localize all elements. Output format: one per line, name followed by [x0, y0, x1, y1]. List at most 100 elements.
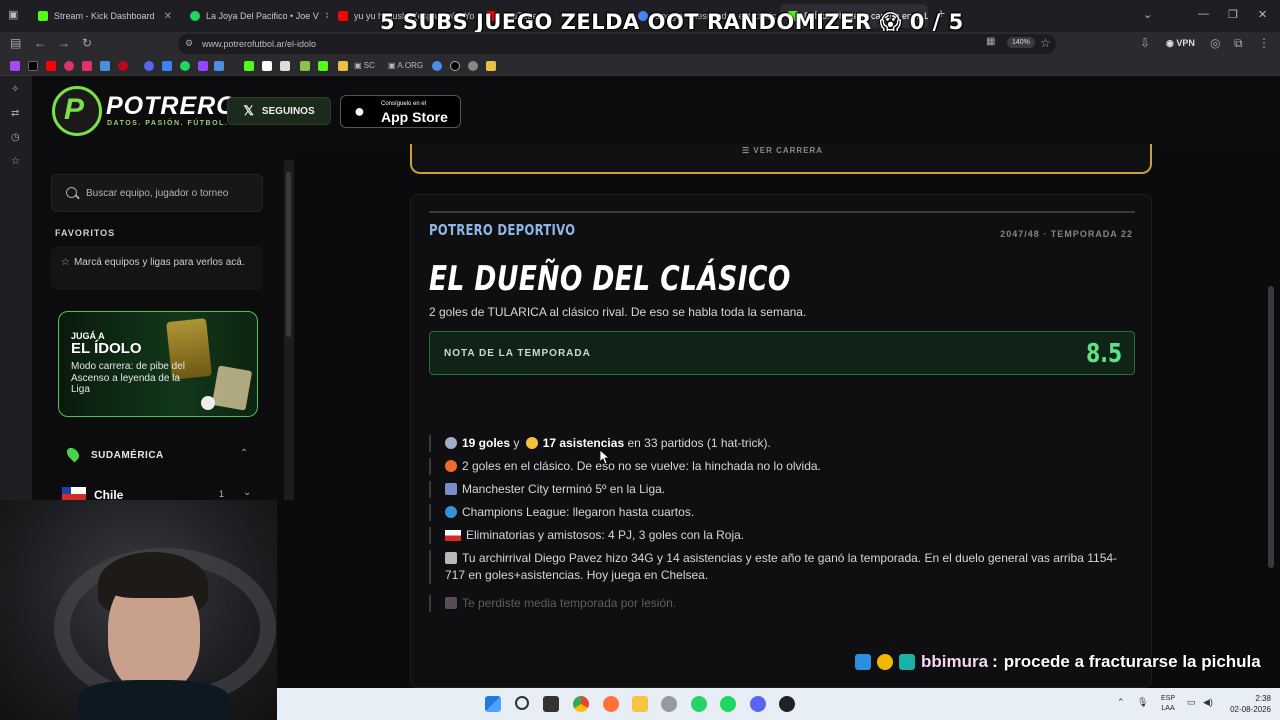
bookmark-tiktok-icon[interactable]: [28, 61, 38, 71]
task-view-icon[interactable]: [543, 696, 559, 712]
bookmark-gear-icon[interactable]: [468, 61, 478, 71]
bookmark-folder-icon[interactable]: [338, 61, 348, 71]
view-career-link[interactable]: ☰ VER CARRERA: [742, 146, 823, 155]
bookmark-spotify-icon[interactable]: [180, 61, 190, 71]
url-field[interactable]: ⚙ www.potrerofutbol.ar/el-idolo: [178, 34, 1056, 54]
close-icon[interactable]: ✕: [164, 11, 172, 22]
tab-kick-dashboard[interactable]: Stream - Kick Dashboard ✕: [30, 4, 180, 28]
account-icon[interactable]: ◎: [1210, 36, 1220, 50]
forward-button[interactable]: →: [58, 36, 70, 50]
assists-value: 17 asistencias: [542, 436, 625, 450]
close-icon[interactable]: ✕: [325, 11, 328, 22]
network-icon[interactable]: ▭: [1187, 697, 1196, 708]
bookmark-sc-icon[interactable]: ▣ SC: [354, 61, 375, 70]
bookmark-diamond-icon[interactable]: [280, 61, 290, 71]
site-sidebar: Buscar equipo, jugador o torneo FAVORITO…: [32, 146, 294, 502]
chat-username: bbimura: [921, 652, 989, 671]
search-input[interactable]: Buscar equipo, jugador o torneo: [51, 174, 263, 212]
bookmark-extension-icon[interactable]: [486, 61, 496, 71]
ai-icon[interactable]: ✧: [11, 84, 19, 95]
follow-button[interactable]: 𝕏 SEGUINOS: [227, 97, 331, 125]
follow-label: SEGUINOS: [261, 105, 315, 117]
spotify-icon[interactable]: [720, 696, 736, 712]
minimize-button[interactable]: —: [1198, 8, 1209, 20]
whatsapp-icon[interactable]: [691, 696, 707, 712]
bookmark-globe-icon[interactable]: [432, 61, 442, 71]
bookmarks-icon[interactable]: ☆: [11, 156, 20, 167]
discord-icon[interactable]: [750, 696, 766, 712]
streamer-shirt: [78, 680, 228, 720]
search-icon: [66, 187, 77, 198]
stream-goal-overlay: 5 SUBS JUEGO ZELDA OOT RANDOMIZER 😱 0 / …: [380, 10, 964, 34]
microphone-icon[interactable]: 🎙: [1137, 697, 1148, 708]
ambulance-icon: [445, 597, 457, 609]
reload-button[interactable]: ↻: [82, 36, 92, 50]
search-icon[interactable]: [515, 696, 529, 710]
bookmark-link-icon[interactable]: [162, 61, 172, 71]
bookmark-instagram2-icon[interactable]: [82, 61, 92, 71]
el-idolo-promo-card[interactable]: JUGÁ A EL ÍDOLO Modo carrera: de pibe de…: [58, 311, 258, 417]
bookmark-kick-icon[interactable]: [244, 61, 254, 71]
history-icon[interactable]: ◷: [11, 132, 20, 143]
bookmark-sc-label: SC: [363, 61, 375, 70]
lang-code: ESP: [1161, 695, 1176, 702]
start-icon[interactable]: [485, 696, 501, 712]
sidebar-toggle-icon[interactable]: ▤: [10, 36, 21, 50]
menu-icon[interactable]: ⋮: [1258, 36, 1270, 50]
region-toggle-sudamerica[interactable]: SUDAMÉRICA ⌃: [62, 445, 262, 468]
file-explorer-icon[interactable]: [632, 696, 648, 712]
location-pin-icon: [64, 445, 82, 463]
bookmark-twitch-icon[interactable]: [10, 61, 20, 71]
tab-actions-icon[interactable]: ▣: [8, 8, 18, 21]
bookmark-aorg-icon[interactable]: ▣ A.ORG: [388, 61, 423, 70]
site-logo-text[interactable]: POTRERO: [106, 92, 237, 121]
bookmark-drive-icon[interactable]: [100, 61, 110, 71]
potrero-logo-icon[interactable]: P: [52, 86, 102, 136]
download-icon[interactable]: ⇩: [1140, 36, 1150, 50]
fact-injury: Te perdiste media temporada por lesión.: [429, 595, 1135, 612]
season-summary-card: POTRERO DEPORTIVO 2047/48 · TEMPORADA 22…: [410, 194, 1152, 688]
settings-icon[interactable]: [661, 696, 677, 712]
bookmark-kick2-icon[interactable]: [318, 61, 328, 71]
vpn-button[interactable]: ◉ VPN: [1166, 38, 1195, 49]
extensions-icon[interactable]: ⧉: [1234, 36, 1243, 51]
reader-view-icon[interactable]: ▦: [986, 36, 995, 47]
chile-flag-icon: [62, 487, 86, 501]
bookmark-instagram-icon[interactable]: [64, 61, 74, 71]
zoom-level[interactable]: 140%: [1007, 37, 1035, 48]
fire-icon: [445, 460, 457, 472]
obs-icon[interactable]: [779, 696, 795, 712]
tray-expand-icon[interactable]: ⌃: [1117, 697, 1125, 708]
bookmark-triangle-icon[interactable]: [450, 61, 460, 71]
bookmark-discord-icon[interactable]: [144, 61, 154, 71]
sidebar-scrollbar[interactable]: [284, 160, 294, 500]
app-store-button[interactable]: ● Consíguelo en el App Store: [340, 95, 461, 128]
bookmark-star-icon[interactable]: ☆: [1040, 36, 1051, 50]
bookmark-logo-icon[interactable]: [262, 61, 272, 71]
promo-title: EL ÍDOLO: [71, 340, 142, 357]
bookmark-t-icon[interactable]: [198, 61, 208, 71]
firefox-icon[interactable]: [603, 696, 619, 712]
apple-icon: ●: [354, 101, 365, 121]
bookmark-youtube-icon[interactable]: [46, 61, 56, 71]
tab-spotify[interactable]: La Joya Del Pacifico • Joe V ✕: [182, 4, 328, 28]
maximize-button[interactable]: ❐: [1228, 8, 1238, 21]
bookmark-pinterest-icon[interactable]: [118, 61, 128, 71]
close-window-button[interactable]: ✕: [1258, 8, 1267, 21]
tab-list-icon[interactable]: ⌄: [1143, 8, 1152, 21]
sync-icon[interactable]: ⇄: [11, 108, 19, 119]
crossed-swords-icon: [445, 552, 457, 564]
url-text: www.potrerofutbol.ar/el-idolo: [202, 39, 317, 49]
input-language[interactable]: ESP LAA: [1161, 694, 1175, 714]
page-scrollbar-thumb[interactable]: [1268, 286, 1274, 568]
goals-value: 19 goles: [462, 436, 511, 450]
clock[interactable]: 2:38 02-08-2026: [1225, 693, 1271, 715]
back-button[interactable]: ←: [34, 36, 46, 50]
chrome-icon[interactable]: [573, 696, 589, 712]
site-header: P POTRERO DATOS. PASIÓN. FÚTBOL. 𝕏 SEGUI…: [32, 76, 1280, 146]
volume-icon[interactable]: ◀): [1203, 697, 1213, 708]
bookmark-puzzle-icon[interactable]: [300, 61, 310, 71]
bookmark-p-icon[interactable]: [214, 61, 224, 71]
sidebar-scroll-thumb[interactable]: [286, 172, 291, 337]
site-info-icon[interactable]: ⚙: [185, 38, 193, 49]
